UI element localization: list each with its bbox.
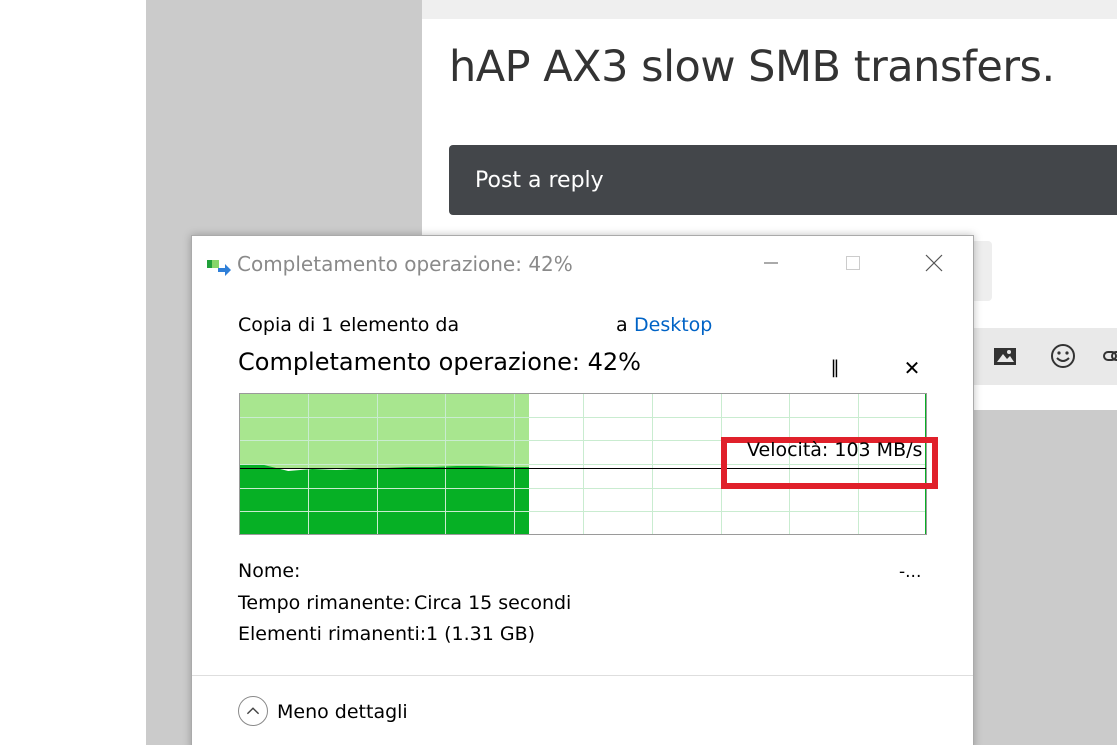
chevron-up-icon: [246, 707, 260, 715]
less-details-label[interactable]: Meno dettagli: [277, 701, 408, 723]
copy-progress-dialog: Completamento operazione: 42% Copia di 1…: [191, 235, 974, 745]
progress-status: Completamento operazione: 42%: [238, 348, 641, 376]
pause-icon[interactable]: ‖: [823, 356, 847, 380]
post-reply-button[interactable]: Post a reply: [449, 145, 1117, 215]
close-window-button[interactable]: [909, 246, 955, 280]
less-details-button[interactable]: [238, 696, 268, 726]
items-remaining-label: Elementi rimanenti:: [238, 623, 427, 645]
copy-prefix: Copia di 1 elemento da: [238, 314, 460, 336]
footer-divider: [192, 675, 973, 676]
speed-area: [240, 465, 529, 534]
time-remaining-row: Tempo rimanente: Circa 15 secondi: [238, 592, 571, 614]
emoji-icon[interactable]: [1049, 342, 1077, 370]
progress-fill-light: [240, 394, 529, 468]
editor-toolbar: [972, 328, 1117, 385]
time-remaining-label: Tempo rimanente:: [238, 592, 411, 614]
page-top-bar: [422, 0, 1117, 19]
file-copy-icon: [207, 260, 231, 276]
items-remaining-row: Elementi rimanenti: 1 (1.31 GB): [238, 623, 535, 645]
minimize-button[interactable]: [748, 246, 794, 280]
post-reply-label: Post a reply: [475, 168, 604, 193]
link-icon[interactable]: [1100, 342, 1117, 370]
title-bar[interactable]: Completamento operazione: 42%: [192, 236, 973, 290]
close-icon[interactable]: ✕: [900, 356, 924, 380]
items-remaining-value: 1 (1.31 GB): [426, 623, 536, 645]
name-label: Nome:: [238, 560, 301, 582]
time-remaining-value: Circa 15 secondi: [414, 592, 572, 614]
destination-link[interactable]: Desktop: [634, 314, 712, 336]
copy-description: Copia di 1 elemento da a Desktop: [238, 314, 712, 336]
copy-to-label: a: [616, 314, 628, 336]
window-title: Completamento operazione: 42%: [237, 252, 573, 276]
speed-readout: Velocità: 103 MB/s: [747, 439, 923, 461]
name-value: -...: [899, 562, 922, 582]
name-row: Nome:: [238, 560, 300, 582]
image-icon[interactable]: [991, 342, 1019, 370]
topic-title: hAP AX3 slow SMB transfers.: [449, 42, 1055, 92]
maximize-button[interactable]: [829, 246, 875, 280]
